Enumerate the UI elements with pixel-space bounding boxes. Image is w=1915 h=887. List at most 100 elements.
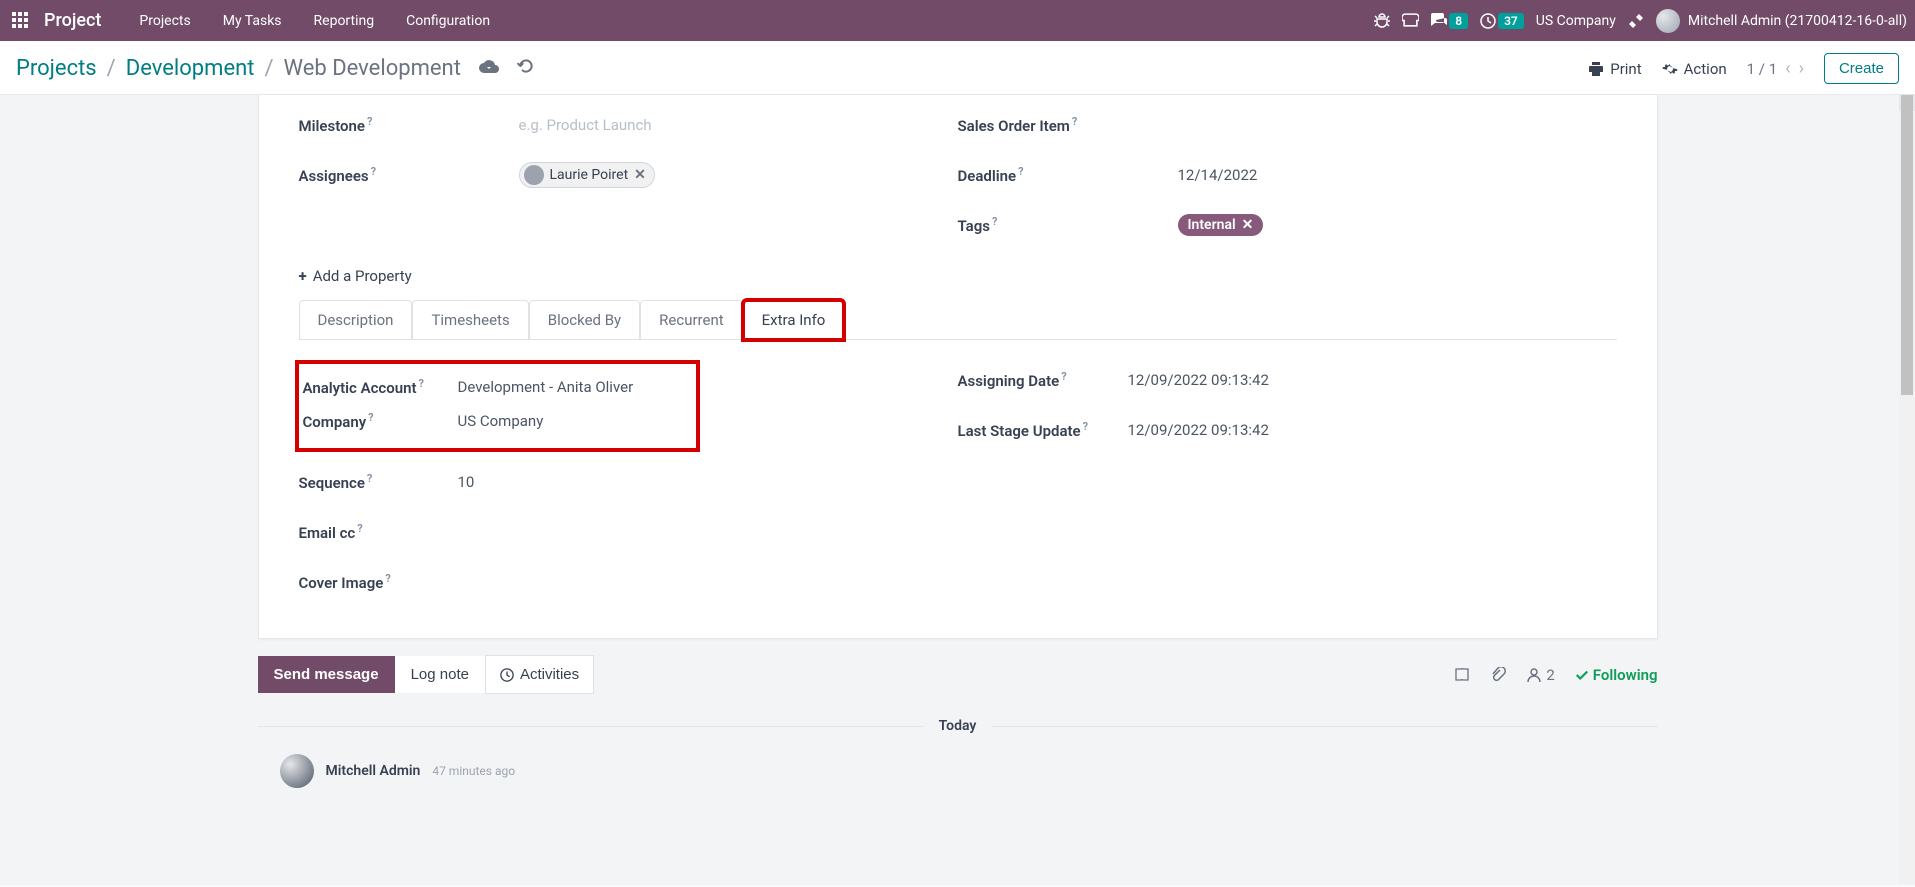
deadline-value[interactable]: 12/14/2022 — [1178, 166, 1258, 184]
bug-icon[interactable] — [1374, 13, 1390, 29]
help-icon[interactable]: ? — [385, 572, 390, 585]
pager: 1 / 1 ‹ › — [1747, 58, 1804, 79]
avatar-icon — [524, 165, 544, 185]
send-message-button[interactable]: Send message — [258, 656, 395, 693]
field-assignees: Assignees? Laurie Poiret ✕ — [299, 155, 958, 195]
help-icon[interactable]: ? — [368, 411, 373, 424]
tab-timesheets[interactable]: Timesheets — [412, 300, 528, 340]
activities-badge: 37 — [1498, 13, 1524, 29]
field-company: Company? US Company — [303, 404, 692, 438]
field-assigning-date: Assigning Date? 12/09/2022 09:13:42 — [958, 360, 1617, 400]
form-sheet: Milestone? e.g. Product Launch Assignees… — [258, 95, 1658, 639]
help-icon[interactable]: ? — [371, 165, 376, 178]
message-author[interactable]: Mitchell Admin — [326, 763, 421, 779]
message-header: Mitchell Admin 47 minutes ago — [258, 754, 1658, 788]
sales-order-label: Sales Order Item — [958, 117, 1070, 135]
assignees-label: Assignees — [299, 167, 369, 185]
help-icon[interactable]: ? — [992, 215, 997, 228]
remove-icon[interactable]: ✕ — [634, 167, 646, 183]
messages-separator: Today — [258, 718, 1658, 734]
create-button[interactable]: Create — [1824, 53, 1899, 84]
following-button[interactable]: Following — [1575, 666, 1658, 684]
field-sequence: Sequence? 10 — [299, 462, 958, 502]
field-analytic-account: Analytic Account? Development - Anita Ol… — [303, 370, 692, 404]
tab-content-extra-info: Analytic Account? Development - Anita Ol… — [299, 340, 1617, 608]
avatar-icon — [1656, 9, 1680, 33]
breadcrumb-sep: / — [107, 56, 116, 81]
help-icon[interactable]: ? — [1083, 420, 1088, 433]
apps-icon[interactable] — [12, 12, 30, 30]
support-icon[interactable] — [1402, 12, 1419, 29]
activities-icon[interactable]: 37 — [1480, 13, 1524, 29]
nav-configuration[interactable]: Configuration — [392, 13, 504, 29]
breadcrumb-sep: / — [264, 56, 273, 81]
assigning-date-value: 12/09/2022 09:13:42 — [1128, 371, 1269, 389]
action-button[interactable]: Action — [1662, 60, 1727, 78]
cover-label: Cover Image — [299, 574, 384, 592]
top-navbar: Project Projects My Tasks Reporting Conf… — [0, 0, 1915, 41]
deadline-label: Deadline — [958, 167, 1017, 185]
assignee-tag[interactable]: Laurie Poiret ✕ — [519, 162, 655, 188]
book-icon[interactable] — [1454, 667, 1470, 683]
tags-label: Tags — [958, 217, 991, 235]
nav-reporting[interactable]: Reporting — [300, 13, 389, 29]
analytic-value[interactable]: Development - Anita Oliver — [458, 378, 634, 396]
plus-icon: + — [299, 267, 307, 285]
pager-prev-icon[interactable]: ‹ — [1785, 58, 1790, 79]
user-name: Mitchell Admin (21700412-16-0-all) — [1688, 13, 1907, 29]
help-icon[interactable]: ? — [357, 522, 362, 535]
tag-internal[interactable]: Internal ✕ — [1178, 214, 1264, 236]
field-cover-image: Cover Image? — [299, 562, 958, 602]
log-note-button[interactable]: Log note — [395, 656, 485, 693]
add-property-button[interactable]: + Add a Property — [299, 267, 412, 285]
sequence-value[interactable]: 10 — [458, 473, 475, 491]
tab-extra-info[interactable]: Extra Info — [743, 300, 845, 340]
help-icon[interactable]: ? — [419, 377, 424, 390]
breadcrumb-projects[interactable]: Projects — [16, 56, 97, 81]
tabs: Description Timesheets Blocked By Recurr… — [299, 299, 1617, 340]
company-label: Company — [303, 413, 367, 431]
avatar-icon — [280, 754, 314, 788]
nav-my-tasks[interactable]: My Tasks — [209, 13, 296, 29]
user-menu[interactable]: Mitchell Admin (21700412-16-0-all) — [1656, 9, 1907, 33]
scrollbar[interactable]: ▲ — [1899, 95, 1915, 885]
highlight-annotation: Analytic Account? Development - Anita Ol… — [295, 360, 700, 452]
field-email-cc: Email cc? — [299, 512, 958, 552]
tab-description[interactable]: Description — [299, 300, 413, 340]
app-brand[interactable]: Project — [44, 10, 101, 31]
cloud-save-icon[interactable] — [479, 57, 499, 80]
control-panel: Projects / Development / Web Development… — [0, 41, 1915, 95]
milestone-input[interactable]: e.g. Product Launch — [519, 116, 652, 134]
help-icon[interactable]: ? — [367, 472, 372, 485]
help-icon[interactable]: ? — [1061, 370, 1066, 383]
assigning-date-label: Assigning Date — [958, 372, 1060, 390]
remove-icon[interactable]: ✕ — [1242, 217, 1254, 233]
milestone-label: Milestone — [299, 117, 366, 135]
breadcrumb-development[interactable]: Development — [126, 56, 255, 81]
breadcrumb-current: Web Development — [284, 56, 461, 81]
pager-next-icon[interactable]: › — [1799, 58, 1804, 79]
nav-projects[interactable]: Projects — [125, 13, 204, 29]
field-last-stage-update: Last Stage Update? 12/09/2022 09:13:42 — [958, 410, 1617, 450]
tools-icon[interactable] — [1628, 13, 1644, 29]
message-time: 47 minutes ago — [432, 764, 515, 778]
print-button[interactable]: Print — [1588, 60, 1641, 78]
company-value[interactable]: US Company — [458, 412, 544, 430]
discard-icon[interactable] — [517, 57, 535, 80]
last-stage-label: Last Stage Update — [958, 422, 1081, 440]
attachment-icon[interactable] — [1490, 667, 1506, 683]
breadcrumb: Projects / Development / Web Development — [16, 56, 535, 81]
tab-recurrent[interactable]: Recurrent — [640, 300, 743, 340]
followers-button[interactable]: 2 — [1526, 666, 1554, 684]
tab-blocked-by[interactable]: Blocked By — [529, 300, 640, 340]
messages-badge: 8 — [1449, 13, 1468, 29]
sequence-label: Sequence — [299, 474, 365, 492]
company-switcher[interactable]: US Company — [1536, 13, 1616, 29]
help-icon[interactable]: ? — [1018, 165, 1023, 178]
help-icon[interactable]: ? — [1072, 115, 1077, 128]
activities-button[interactable]: Activities — [485, 655, 594, 694]
scroll-thumb[interactable] — [1901, 95, 1913, 395]
help-icon[interactable]: ? — [367, 115, 372, 128]
messages-icon[interactable]: 8 — [1431, 13, 1468, 29]
emailcc-label: Email cc — [299, 524, 356, 542]
